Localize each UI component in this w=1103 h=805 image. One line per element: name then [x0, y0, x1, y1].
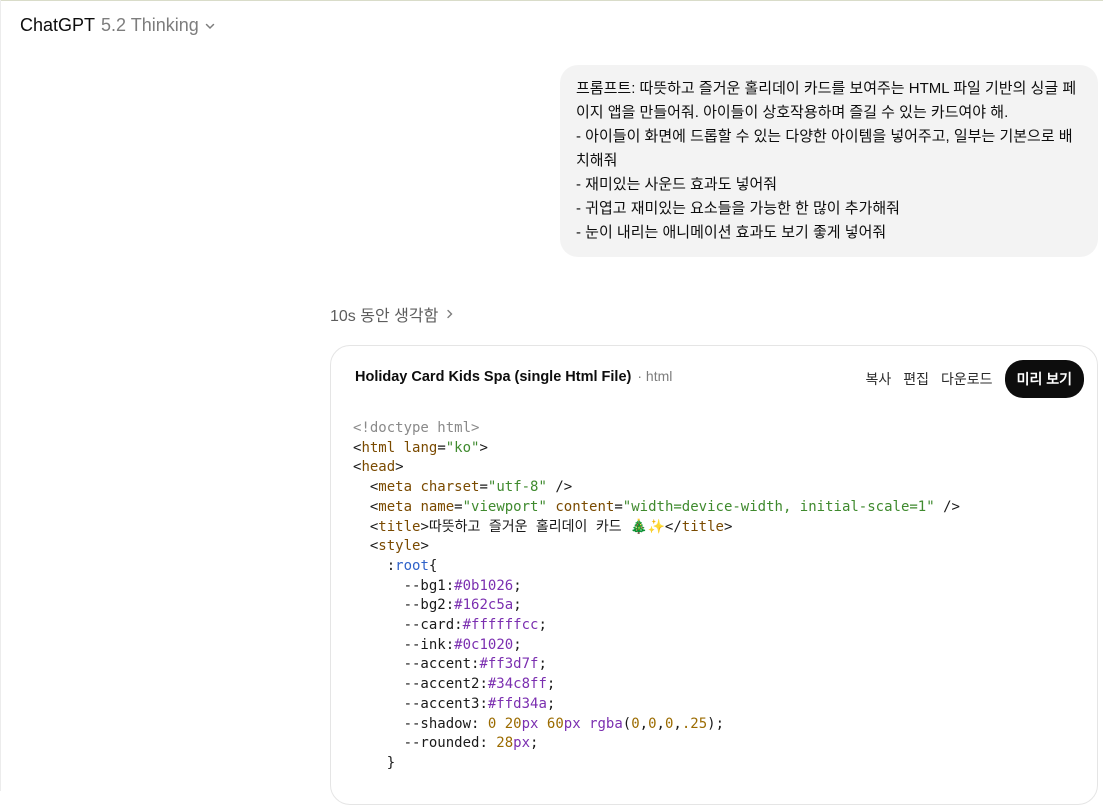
code-canvas-card: Holiday Card Kids Spa (single Html File)… [330, 345, 1098, 805]
code-unit: px [513, 735, 531, 752]
model-name: ChatGPT [20, 15, 96, 35]
code-number: 0 [631, 715, 640, 732]
code-var-name: --accent [403, 656, 472, 673]
code-var-value: #0b1026 [454, 577, 514, 594]
thinking-label: 10s 동안 생각함 [330, 308, 439, 325]
code-number: 0 [648, 715, 657, 732]
code-string: "ko" [445, 439, 480, 456]
code-tag: meta [378, 498, 413, 515]
user-message-line: - 눈이 내리는 애니메이션 효과도 보기 좋게 넣어줘 [576, 224, 887, 241]
code-number: 20 [504, 715, 522, 732]
code-string: "utf-8" [487, 479, 547, 496]
top-border [0, 0, 1103, 1]
code-tag: head [361, 459, 396, 476]
user-message-line: 프롬프트: 따뜻하고 즐거운 홀리데이 카드를 보여주는 HTML 파일 기반의… [576, 80, 1077, 97]
code-card-language: · html [637, 368, 673, 384]
preview-button[interactable]: 미리 보기 [1004, 360, 1084, 398]
code-tag: html [361, 439, 396, 456]
code-number: .25 [681, 715, 708, 732]
code-doctype: <!doctype html> [353, 420, 480, 436]
code-card-actions: 복사 편집 다운로드 미리 보기 [866, 360, 1084, 398]
code-var-value: #34c8ff [487, 676, 547, 693]
code-var-value: #162c5a [454, 597, 514, 614]
code-card-title: Holiday Card Kids Spa (single Html File) [355, 369, 632, 385]
code-var-name: --ink [403, 636, 446, 653]
user-message-line: - 아이들이 화면에 드롭할 수 있는 다양한 아이템을 넣어주고, 일부는 기… [576, 128, 1073, 145]
code-var-value: #ff3d7f [479, 656, 539, 673]
chevron-right-icon [447, 309, 453, 319]
code-var-name: --accent2 [403, 676, 480, 693]
code-function: rgba [589, 715, 623, 732]
left-border [0, 0, 1, 791]
code-number: 60 [546, 715, 564, 732]
model-version: 5.2 Thinking [101, 15, 199, 35]
code-selector: root [395, 557, 429, 574]
code-tag: meta [378, 479, 413, 496]
model-switcher[interactable]: ChatGPT 5.2 Thinking [20, 15, 215, 36]
edit-button[interactable]: 편집 [903, 369, 929, 389]
code-string: "viewport" [462, 498, 547, 515]
chevron-down-icon [205, 23, 215, 29]
user-message-line: 이지 앱을 만들어줘. 아이들이 상호작용하며 즐길 수 있는 카드여야 해. [576, 104, 1009, 121]
copy-button[interactable]: 복사 [866, 369, 892, 389]
code-var-value: #0c1020 [454, 636, 514, 653]
download-button[interactable]: 다운로드 [941, 369, 993, 389]
code-attr: name [420, 498, 455, 515]
code-var-name: --card [403, 617, 455, 634]
code-attr: charset [420, 479, 480, 496]
code-var-value: #ffffffcc [462, 617, 539, 634]
code-attr: lang [403, 439, 438, 456]
code-attr: content [555, 498, 615, 515]
code-var-name: --shadow [403, 715, 472, 732]
code-var-name: --accent3 [403, 695, 480, 712]
code-title-text: 따뜻하고 즐거운 홀리데이 카드 🎄✨ [428, 518, 665, 535]
code-tag: title [681, 518, 724, 535]
code-string: "width=device-width, initial-scale=1" [622, 498, 935, 515]
code-tag: title [378, 518, 421, 535]
code-var-value: #ffd34a [487, 695, 547, 712]
code-block[interactable]: <!doctype html> <html lang="ko"> <head> … [353, 419, 960, 774]
code-var-name: --bg1 [403, 577, 446, 594]
code-var-name: --rounded [403, 735, 480, 752]
thinking-toggle[interactable]: 10s 동안 생각함 [330, 302, 454, 326]
user-message-bubble: 프롬프트: 따뜻하고 즐거운 홀리데이 카드를 보여주는 HTML 파일 기반의… [560, 65, 1098, 257]
code-number: 28 [496, 735, 514, 752]
code-tag: style [378, 538, 421, 555]
user-message-line: 치해줘 [576, 152, 618, 169]
code-var-name: --bg2 [403, 597, 446, 614]
code-number: 0 [487, 715, 497, 732]
user-message-line: - 재미있는 사운드 효과도 넣어줘 [576, 176, 778, 193]
code-unit: px [563, 715, 581, 732]
code-card-header: Holiday Card Kids Spa (single Html File)… [355, 368, 672, 385]
code-unit: px [521, 715, 539, 732]
user-message-line: - 귀엽고 재미있는 요소들을 가능한 한 많이 추가해줘 [576, 200, 900, 217]
code-number: 0 [664, 715, 674, 732]
